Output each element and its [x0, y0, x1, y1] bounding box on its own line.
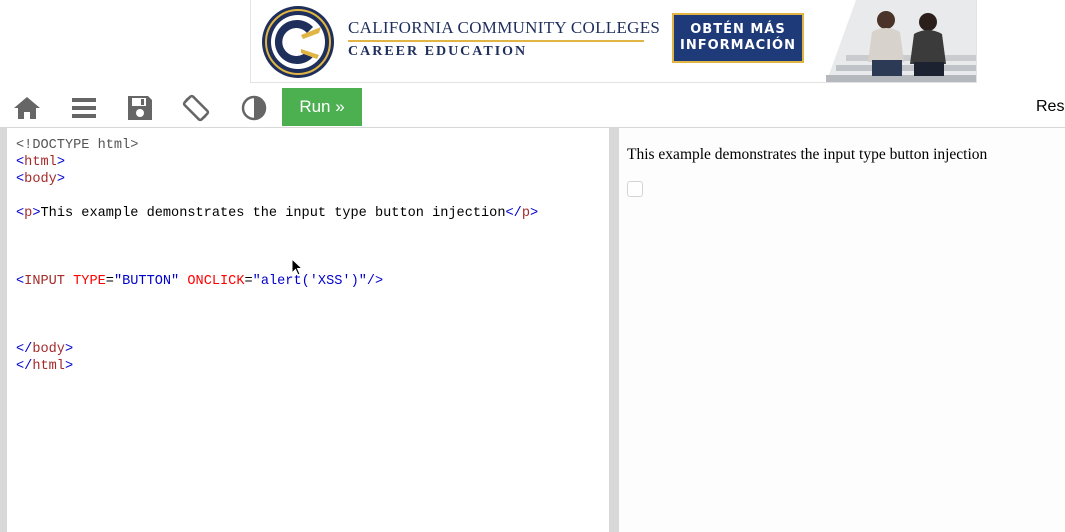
ad-sub-name: CAREER EDUCATION — [348, 44, 528, 59]
code-token: < — [16, 206, 25, 221]
code-token: <!DOCTYPE html> — [16, 138, 139, 153]
code-token: > — [56, 155, 65, 170]
ad-students-photo — [816, 0, 976, 82]
result-paragraph: This example demonstrates the input type… — [627, 146, 988, 163]
code-token: </ — [16, 342, 33, 357]
code-token: body — [32, 342, 65, 357]
code-token: > — [56, 172, 65, 187]
code-token: </ — [505, 206, 522, 221]
code-token: = — [105, 274, 114, 289]
code-line: </html> — [16, 358, 609, 375]
code-token: < — [16, 172, 25, 187]
result-frame[interactable]: This example demonstrates the input type… — [619, 128, 1065, 532]
code-token: > — [64, 359, 74, 374]
home-icon[interactable] — [13, 94, 41, 122]
code-token: = — [244, 274, 253, 289]
code-line: <!DOCTYPE html> — [16, 137, 609, 154]
ad-strip: CALIFORNIA COMMUNITY COLLEGES CAREER EDU… — [0, 0, 1065, 84]
code-token: < — [16, 274, 25, 289]
code-token: /> — [366, 274, 384, 289]
code-token: html — [32, 359, 65, 374]
code-editor[interactable]: <!DOCTYPE html> <html> <body> <p>This examp… — [7, 128, 609, 532]
code-line: <INPUT TYPE="BUTTON" ONCLICK="alert('XSS… — [16, 273, 609, 290]
menu-icon[interactable] — [70, 94, 98, 122]
code-token: "BUTTON" — [113, 274, 180, 289]
ad-org-name: CALIFORNIA COMMUNITY COLLEGES — [348, 18, 661, 37]
code-token: < — [16, 155, 25, 170]
college-seal-logo — [262, 6, 334, 78]
work-area: <!DOCTYPE html> <html> <body> <p>This examp… — [0, 127, 1065, 532]
result-size-label: Res — [1036, 98, 1065, 115]
code-token: body — [24, 172, 57, 187]
code-line: <html> — [16, 154, 609, 171]
run-button[interactable]: Run » — [282, 88, 362, 126]
contrast-icon[interactable] — [240, 94, 268, 122]
code-token: p — [521, 206, 530, 221]
code-token: This example demonstrates the input type… — [40, 206, 506, 221]
code-token: </ — [16, 359, 33, 374]
code-line: <p>This example demonstrates the input t… — [16, 205, 609, 222]
code-line: <body> — [16, 171, 609, 188]
code-token: TYPE — [73, 274, 106, 289]
ad-cta-line1: OBTÉN MÁS — [690, 22, 786, 37]
code-token: ONCLICK — [187, 274, 245, 289]
result-injected-button[interactable] — [627, 181, 643, 197]
ad-cta-line2: INFORMACIÓN — [680, 38, 796, 53]
ad-cta-button[interactable]: OBTÉN MÁS INFORMACIÓN — [672, 13, 804, 63]
ad-divider — [348, 40, 644, 42]
code-token: > — [32, 206, 41, 221]
editor-toolbar: Run » Res — [0, 84, 1065, 127]
rotate-screen-icon[interactable] — [182, 94, 210, 122]
ad-banner[interactable]: CALIFORNIA COMMUNITY COLLEGES CAREER EDU… — [250, 0, 977, 83]
code-token: > — [530, 206, 539, 221]
save-icon[interactable] — [126, 94, 154, 122]
code-token: "alert('XSS')" — [252, 274, 367, 289]
code-token: html — [24, 155, 57, 170]
code-line: </body> — [16, 341, 609, 358]
code-token: > — [64, 342, 74, 357]
code-token: INPUT — [24, 274, 65, 289]
